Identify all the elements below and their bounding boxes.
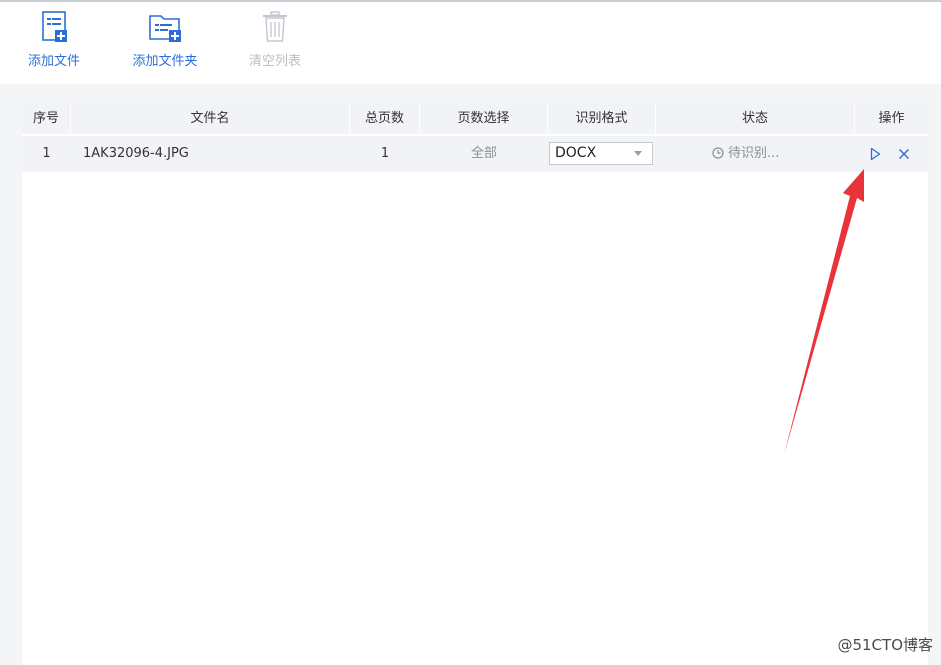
row-status-text: 待识别... bbox=[728, 146, 780, 161]
table-header: 序号 文件名 总页数 页数选择 识别格式 状态 操作 bbox=[22, 104, 928, 134]
add-file-icon bbox=[42, 11, 67, 42]
clock-icon bbox=[712, 147, 724, 159]
column-header-filename: 文件名 bbox=[71, 104, 350, 134]
chevron-down-icon bbox=[634, 151, 642, 156]
add-file-button[interactable]: 添加文件 bbox=[22, 10, 86, 80]
row-page-selection[interactable]: 全部 bbox=[420, 136, 548, 172]
clear-list-button[interactable]: 清空列表 bbox=[240, 10, 310, 80]
row-index: 1 bbox=[42, 146, 51, 161]
close-icon bbox=[899, 149, 909, 159]
add-file-label: 添加文件 bbox=[27, 54, 80, 69]
add-folder-icon bbox=[149, 15, 181, 42]
add-folder-label: 添加文件夹 bbox=[132, 54, 198, 69]
column-header-page-selection: 页数选择 bbox=[420, 104, 548, 134]
format-select-value: DOCX bbox=[555, 145, 597, 161]
column-header-index: 序号 bbox=[22, 104, 71, 134]
add-folder-button[interactable]: 添加文件夹 bbox=[126, 10, 204, 80]
remove-row-button[interactable] bbox=[895, 145, 913, 163]
column-header-status: 状态 bbox=[656, 104, 855, 134]
play-icon bbox=[870, 147, 881, 161]
column-header-actions: 操作 bbox=[878, 111, 905, 126]
clear-list-label: 清空列表 bbox=[248, 54, 301, 69]
format-select[interactable]: DOCX bbox=[549, 142, 653, 165]
watermark: @51CTO博客 bbox=[837, 636, 933, 654]
toolbar: 添加文件 添加文件夹 清空列表 bbox=[0, 2, 941, 84]
file-list-panel: 序号 文件名 总页数 页数选择 识别格式 状态 操作 1 1AK32096-4.… bbox=[22, 104, 928, 665]
row-filename: 1AK32096-4.JPG bbox=[83, 146, 189, 161]
trash-icon bbox=[263, 11, 287, 42]
row-status: 待识别... bbox=[712, 136, 779, 172]
column-header-format: 识别格式 bbox=[548, 104, 656, 134]
table-row[interactable]: 1 1AK32096-4.JPG 1 全部 DOCX 待识别... bbox=[22, 136, 928, 172]
start-recognition-button[interactable] bbox=[866, 145, 884, 163]
column-header-total-pages: 总页数 bbox=[350, 104, 420, 134]
row-total-pages: 1 bbox=[380, 146, 390, 161]
